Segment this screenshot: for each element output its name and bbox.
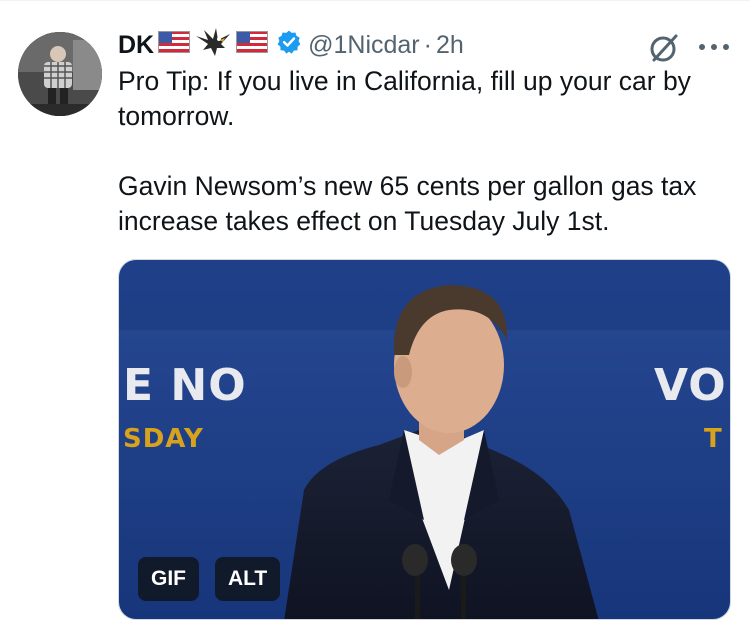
gif-badge[interactable]: GIF — [138, 557, 199, 601]
verified-badge-icon[interactable] — [276, 29, 302, 62]
gif-frame — [119, 260, 730, 619]
media-gif[interactable]: E NO SDAY VO T GIF ALT — [118, 259, 731, 620]
author-handle[interactable]: @1Nicdar — [308, 31, 420, 60]
backdrop-text-left-small: SDAY — [123, 424, 204, 454]
separator-dot: · — [423, 30, 432, 59]
avatar-photo — [18, 32, 102, 116]
alt-text-button[interactable]: ALT — [215, 557, 281, 601]
post-time[interactable]: 2h — [436, 31, 464, 60]
us-flag-icon — [236, 30, 269, 60]
author-name[interactable]: DK — [118, 31, 154, 60]
backdrop-text-right-big: VO — [654, 360, 727, 411]
backdrop-text-right-small: T — [704, 424, 723, 454]
tweet-paragraph-1: Pro Tip: If you live in California, fill… — [118, 66, 691, 131]
tweet-text: Pro Tip: If you live in California, fill… — [118, 64, 738, 239]
top-divider — [0, 0, 750, 1]
eagle-icon — [194, 26, 232, 65]
more-icon[interactable] — [697, 40, 731, 52]
tweet-paragraph-2: Gavin Newsom’s new 65 cents per gallon g… — [118, 171, 697, 236]
avatar[interactable] — [18, 32, 102, 116]
us-flag-icon — [158, 30, 191, 60]
grok-icon[interactable] — [646, 30, 682, 66]
backdrop-text-left-big: E NO — [123, 360, 247, 411]
tweet-header: DK @1Nicdar · 2h — [118, 26, 730, 65]
